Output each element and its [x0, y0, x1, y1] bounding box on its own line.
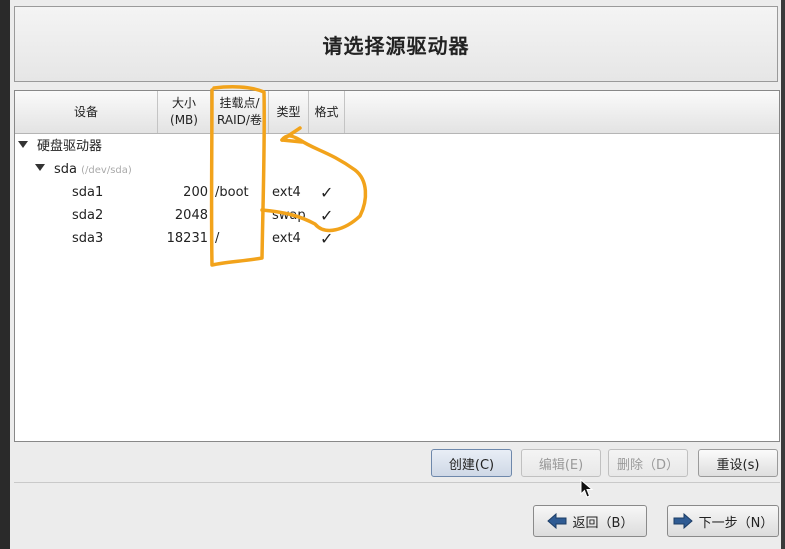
column-type-label: 类型	[276, 104, 301, 119]
tree-group-row[interactable]: 硬盘驱动器	[15, 136, 779, 158]
partition-size: 2048	[174, 208, 208, 223]
column-mount[interactable]: 挂载点/ RAID/卷	[211, 91, 269, 133]
column-mount-label: 挂载点/	[219, 96, 260, 110]
column-mount-sub: RAID/卷	[217, 113, 262, 127]
installer-window: 请选择源驱动器 设备 大小 (MB) 挂载点/ RAID/卷 类型 格式 硬盘驱…	[0, 0, 785, 549]
partition-mount: /boot	[215, 185, 249, 200]
format-check-icon: ✓	[320, 183, 334, 202]
next-button[interactable]: 下一步（N）	[667, 505, 779, 537]
disk-path: (/dev/sda)	[81, 165, 132, 176]
partition-type: swap	[272, 208, 306, 223]
title-panel: 请选择源驱动器	[14, 6, 778, 82]
expand-triangle-icon[interactable]	[35, 164, 45, 171]
next-button-label: 下一步（N）	[698, 515, 774, 531]
create-button[interactable]: 创建(C)	[431, 449, 512, 477]
divider	[14, 482, 780, 483]
partition-name: sda3	[72, 231, 104, 246]
column-device[interactable]: 设备	[15, 91, 158, 133]
forward-arrow-icon	[673, 513, 693, 529]
page-title: 请选择源驱动器	[322, 33, 470, 58]
partition-row[interactable]: sda3 18231 / ext4 ✓	[15, 228, 779, 250]
column-size-unit: (MB)	[170, 113, 198, 127]
partition-name: sda1	[72, 185, 104, 200]
partition-type: ext4	[272, 231, 301, 246]
partition-name: sda2	[72, 208, 104, 223]
back-button[interactable]: 返回（B）	[533, 505, 647, 537]
column-format[interactable]: 格式	[309, 91, 345, 133]
partition-mount: /	[215, 231, 220, 246]
left-border	[0, 0, 10, 549]
delete-button[interactable]: 删除（D）	[608, 449, 688, 477]
mouse-cursor-icon	[580, 479, 594, 498]
expand-triangle-icon[interactable]	[18, 141, 28, 148]
partition-row[interactable]: sda1 200 /boot ext4 ✓	[15, 182, 779, 204]
back-button-label: 返回（B）	[572, 515, 634, 531]
partition-table[interactable]: 设备 大小 (MB) 挂载点/ RAID/卷 类型 格式 硬盘驱动器 sda (…	[14, 90, 780, 442]
group-label: 硬盘驱动器	[37, 139, 103, 154]
column-size[interactable]: 大小 (MB)	[158, 91, 211, 133]
partition-size: 200	[183, 185, 208, 200]
partition-type: ext4	[272, 185, 301, 200]
table-header: 设备 大小 (MB) 挂载点/ RAID/卷 类型 格式	[15, 91, 779, 134]
partition-size: 18231	[166, 231, 208, 246]
column-size-label: 大小	[171, 96, 196, 110]
right-border	[781, 0, 785, 549]
column-format-label: 格式	[314, 104, 339, 119]
back-arrow-icon	[546, 513, 567, 529]
disk-row[interactable]: sda (/dev/sda)	[15, 159, 779, 181]
edit-button[interactable]: 编辑(E)	[521, 449, 601, 477]
column-type[interactable]: 类型	[269, 91, 309, 133]
reset-button[interactable]: 重设(s)	[698, 449, 778, 477]
disk-name: sda	[54, 162, 77, 177]
column-device-label: 设备	[73, 104, 98, 119]
format-check-icon: ✓	[320, 206, 334, 225]
partition-row[interactable]: sda2 2048 swap ✓	[15, 205, 779, 227]
format-check-icon: ✓	[320, 229, 334, 248]
